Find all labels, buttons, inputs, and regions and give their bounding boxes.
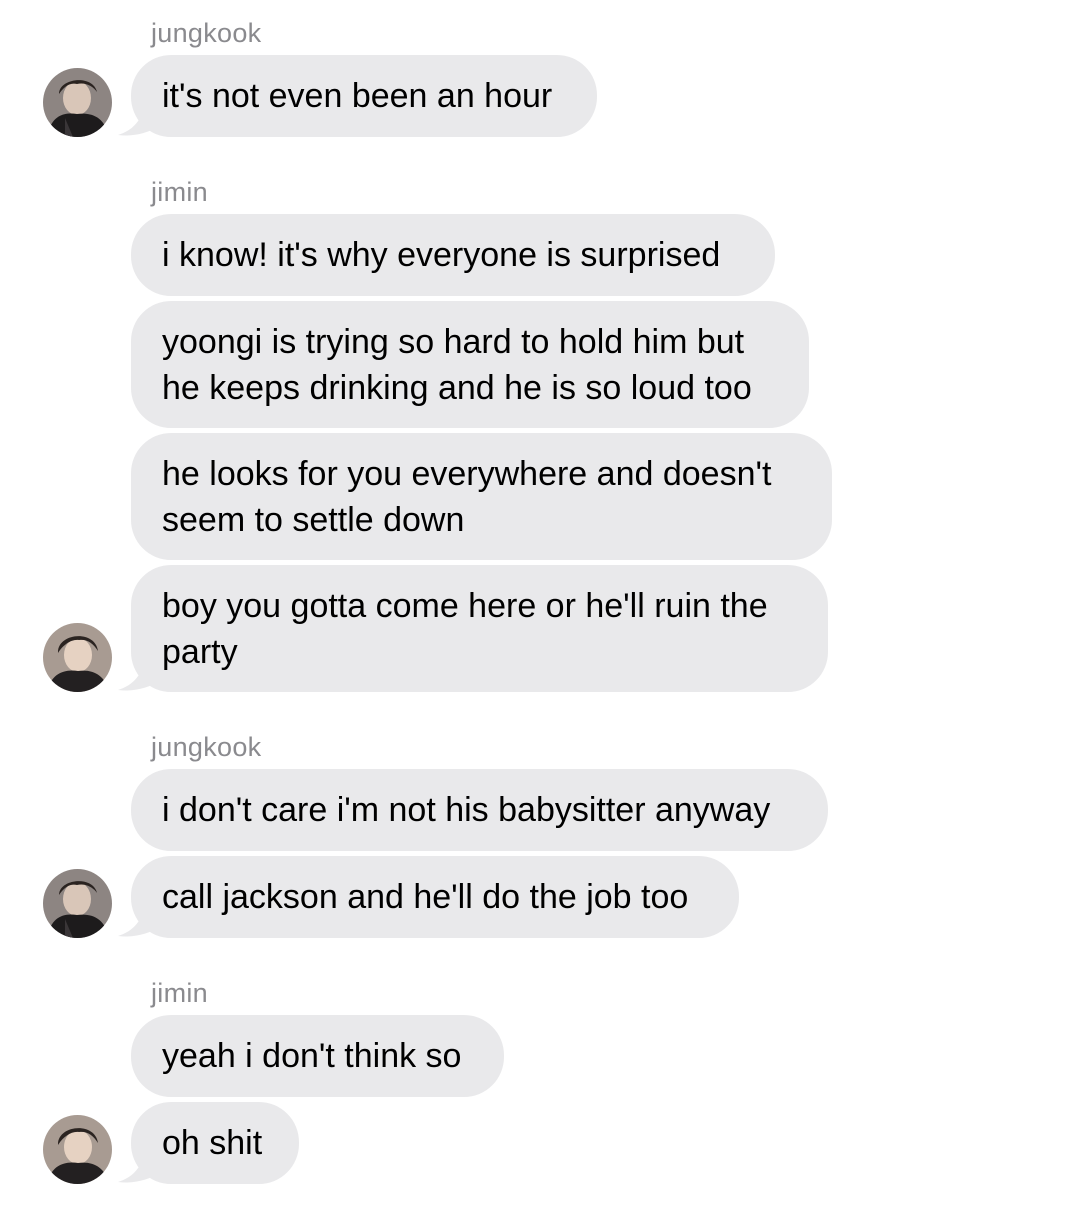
- jimin-avatar-icon: [43, 1115, 112, 1184]
- sender-name-jungkook: jungkook: [151, 18, 262, 48]
- avatar[interactable]: [43, 1115, 112, 1184]
- jimin-avatar-icon: [43, 623, 112, 692]
- jungkook-avatar-icon: [43, 68, 112, 137]
- jungkook-avatar-icon: [43, 869, 112, 938]
- sender-name-jimin: jimin: [151, 978, 209, 1008]
- bubble-tail: [118, 95, 161, 136]
- message-bubble[interactable]: he looks for you everywhere and doesn't …: [131, 433, 832, 560]
- message-bubble[interactable]: yoongi is trying so hard to hold him but…: [131, 301, 809, 428]
- message-bubble[interactable]: i don't care i'm not his babysitter anyw…: [131, 769, 828, 851]
- message-bubble[interactable]: yeah i don't think so: [131, 1015, 504, 1097]
- sender-name-jimin: jimin: [151, 177, 209, 207]
- message-bubble[interactable]: i know! it's why everyone is surprised: [131, 214, 775, 296]
- bubble-tail: [118, 896, 161, 937]
- message-bubble[interactable]: boy you gotta come here or he'll ruin th…: [131, 565, 828, 692]
- avatar[interactable]: [43, 68, 112, 137]
- message-bubble[interactable]: call jackson and he'll do the job too: [131, 856, 739, 938]
- avatar[interactable]: [43, 869, 112, 938]
- sender-name-jungkook: jungkook: [151, 732, 262, 762]
- bubble-tail: [118, 650, 161, 691]
- bubble-tail: [118, 1142, 161, 1183]
- message-bubble[interactable]: it's not even been an hour: [131, 55, 597, 137]
- avatar[interactable]: [43, 623, 112, 692]
